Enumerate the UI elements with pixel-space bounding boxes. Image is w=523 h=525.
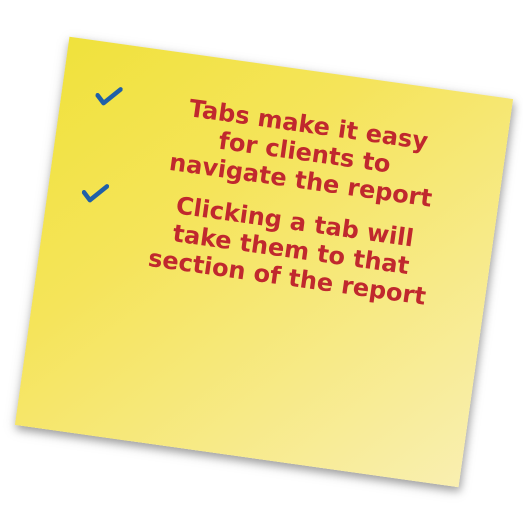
canvas: Tabs make it easy for clients to navigat… [0,0,523,525]
checkmark-icon [81,184,110,203]
note-content: Tabs make it easy for clients to navigat… [70,81,483,329]
checkmark-icon [95,87,123,106]
sticky-note: Tabs make it easy for clients to navigat… [14,36,514,488]
